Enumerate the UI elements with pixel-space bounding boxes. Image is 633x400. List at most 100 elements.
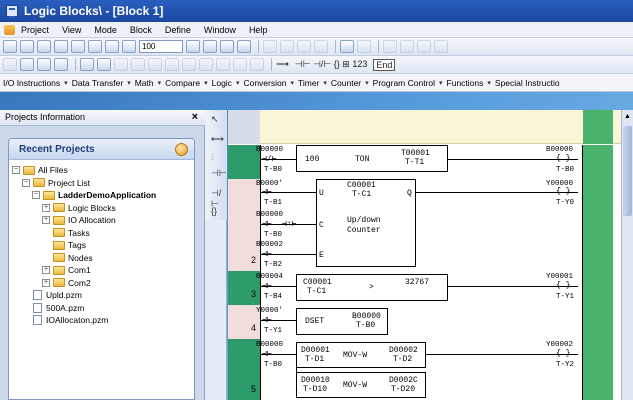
inst-functions[interactable]: Functions [447, 78, 484, 88]
online-icon[interactable] [237, 40, 251, 53]
goto-icon[interactable] [233, 58, 247, 71]
ladder-symbols-tools[interactable]: ⊣⊢ ⊣/⊢ {} ⊞ 123 [295, 59, 367, 70]
redo-icon[interactable] [357, 40, 371, 53]
paste-icon[interactable] [297, 40, 311, 53]
open-folder-icon[interactable] [20, 40, 34, 53]
inst-timer[interactable]: Timer [298, 78, 319, 88]
tree-node-tags[interactable]: Tags [9, 239, 194, 252]
insert-row-icon[interactable] [383, 40, 397, 53]
inst-data-transfer[interactable]: Data Transfer [72, 78, 124, 88]
vertical-scrollbar[interactable]: ▲ [621, 110, 633, 400]
tree-node-nodes[interactable]: Nodes [9, 252, 194, 265]
zoom-in-icon[interactable] [105, 40, 119, 53]
zoom-select[interactable]: 100 [139, 40, 183, 53]
collapse-toggle-icon[interactable]: − [22, 178, 30, 187]
coil-icon[interactable]: { } [556, 281, 570, 290]
copy-icon[interactable] [280, 40, 294, 53]
delete-icon[interactable] [314, 40, 328, 53]
vwire-icon[interactable]: ⫶ [211, 152, 213, 163]
tree-node-com1[interactable]: + Com1 [9, 264, 194, 277]
download-icon[interactable] [71, 40, 85, 53]
tree-node-application[interactable]: − LadderDemoApplication [9, 189, 194, 202]
coil-icon[interactable]: {} [211, 206, 217, 216]
compile-icon[interactable] [3, 58, 17, 71]
tree-node-logic-blocks[interactable]: + Logic Blocks [9, 202, 194, 215]
delete-row-icon[interactable] [417, 40, 431, 53]
bookmark-icon[interactable] [250, 58, 264, 71]
counter-block[interactable]: U C E Q C00001 T-C1 Up/down Counter [316, 179, 416, 267]
inst-conversion[interactable]: Conversion [243, 78, 286, 88]
delete-column-icon[interactable] [434, 40, 448, 53]
collapse-toggle-icon[interactable]: − [12, 166, 20, 175]
transfer-icon[interactable] [37, 58, 51, 71]
menu-help[interactable]: Help [249, 25, 268, 35]
menu-project[interactable]: Project [21, 25, 49, 35]
rung-3[interactable]: 3 B00004 ⊣⊢ T-B4 C00001 T-C1 > 32767 Y00… [228, 271, 621, 305]
inst-compare[interactable]: Compare [165, 78, 200, 88]
close-icon[interactable]: × [192, 110, 198, 125]
inst-logic[interactable]: Logic [212, 78, 232, 88]
menu-window[interactable]: Window [204, 25, 236, 35]
no-contact-icon[interactable]: ⊣⊢ [211, 168, 227, 179]
watch-icon[interactable] [165, 58, 179, 71]
menu-mode[interactable]: Mode [94, 25, 117, 35]
print-icon[interactable] [88, 40, 102, 53]
scrollbar-thumb[interactable] [623, 126, 632, 216]
coil-icon[interactable]: { } [556, 349, 570, 358]
zoom-out-icon[interactable] [122, 40, 136, 53]
insert-column-icon[interactable] [400, 40, 414, 53]
expand-toggle-icon[interactable]: + [42, 278, 50, 287]
collapse-icon[interactable] [175, 143, 188, 156]
compare-block[interactable]: C00001 T-C1 > 32767 [296, 274, 448, 301]
timer-block[interactable]: 100 TON T00001 T-T1 [296, 145, 448, 172]
dset-block[interactable]: DSET B00000 T-B0 [296, 308, 388, 335]
cut-icon[interactable] [263, 40, 277, 53]
chevron-down-icon[interactable] [186, 40, 200, 53]
tree-node-file[interactable]: IOAllocaton.pzm [9, 314, 194, 327]
verify-icon[interactable] [20, 58, 34, 71]
project-menu-icon[interactable] [4, 24, 15, 35]
tree-node-all-files[interactable]: − All Files [9, 164, 194, 177]
recent-projects-header[interactable]: Recent Projects [9, 139, 194, 160]
expand-toggle-icon[interactable]: + [42, 266, 50, 275]
move-block-2[interactable]: D00010 T-D10 MOV-W D0002C T-D20 [296, 372, 426, 398]
end-tool[interactable]: End [373, 58, 396, 71]
inst-math[interactable]: Math [135, 78, 154, 88]
step-icon[interactable] [114, 58, 128, 71]
save-icon[interactable] [37, 40, 51, 53]
coil-icon[interactable]: { } [556, 154, 570, 163]
stop-icon[interactable] [97, 58, 111, 71]
horizontal-wire-tool[interactable]: ⟶ [276, 59, 289, 70]
tree-node-io-allocation[interactable]: + IO Allocation [9, 214, 194, 227]
inst-special[interactable]: Special Instructio [495, 78, 560, 88]
breakpoint-icon[interactable] [182, 58, 196, 71]
replace-icon[interactable] [216, 58, 230, 71]
move-block-1[interactable]: D00001 T-D1 MOV-W D00002 T-D2 [296, 342, 426, 368]
menu-define[interactable]: Define [165, 25, 191, 35]
upload-icon[interactable] [54, 40, 68, 53]
tree-node-tasks[interactable]: Tasks [9, 227, 194, 240]
inst-counter[interactable]: Counter [331, 78, 361, 88]
scroll-up-icon[interactable]: ▲ [624, 113, 631, 120]
expand-toggle-icon[interactable]: + [42, 216, 50, 225]
monitor-icon[interactable] [203, 40, 217, 53]
settings-icon[interactable] [220, 40, 234, 53]
collapse-toggle-icon[interactable]: − [32, 191, 40, 200]
menu-block[interactable]: Block [130, 25, 152, 35]
trace-icon[interactable] [148, 58, 162, 71]
monitor-mode-icon[interactable] [54, 58, 68, 71]
tree-node-file[interactable]: Upld.pzm [9, 289, 194, 302]
rung-5[interactable]: 5 B00000 ⊣⊢ T-B0 D00001 T-D1 MOV-W D0000… [228, 339, 621, 400]
new-file-icon[interactable] [3, 40, 17, 53]
find-icon[interactable] [199, 58, 213, 71]
force-icon[interactable] [131, 58, 145, 71]
tree-node-com2[interactable]: + Com2 [9, 277, 194, 290]
expand-toggle-icon[interactable]: + [42, 203, 50, 212]
pointer-icon[interactable]: ↖ [211, 114, 219, 125]
tree-node-project-list[interactable]: − Project List [9, 177, 194, 190]
rung-4[interactable]: 4 Y0000' ⊣⊢ T-Y1 DSET B00000 T-B0 [228, 305, 621, 339]
ladder-editor[interactable]: B00000 ⊣/⊢ T-B0 100 TON T00001 T-T1 B000… [228, 110, 621, 400]
coil-icon[interactable]: { } [556, 187, 570, 196]
rung-1[interactable]: B00000 ⊣/⊢ T-B0 100 TON T00001 T-T1 B000… [228, 145, 621, 179]
inst-io[interactable]: I/O Instructions [3, 78, 60, 88]
